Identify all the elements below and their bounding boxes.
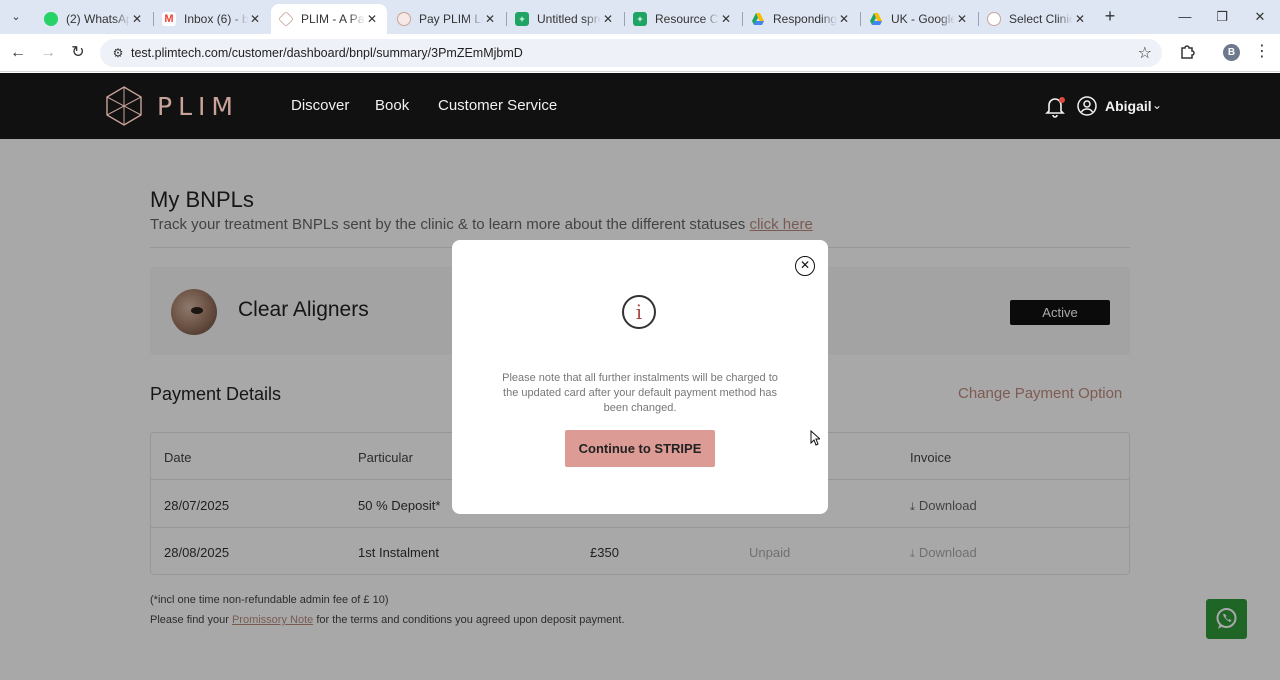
browser-tab[interactable]: M Inbox (6) - be ✕ bbox=[154, 4, 270, 34]
close-tab-icon[interactable]: ✕ bbox=[130, 12, 144, 26]
tab-title: Inbox (6) - be bbox=[184, 12, 248, 26]
plim-icon bbox=[987, 12, 1001, 26]
profile-avatar[interactable]: B bbox=[1223, 44, 1240, 61]
continue-to-stripe-button[interactable]: Continue to STRIPE bbox=[565, 430, 715, 467]
tab-title: PLIM - A Pay bbox=[301, 12, 365, 26]
browser-tab[interactable]: Pay PLIM LIM ✕ bbox=[389, 4, 505, 34]
browser-tab[interactable]: Responding ✕ bbox=[743, 4, 859, 34]
extensions-puzzle-icon[interactable] bbox=[1179, 42, 1197, 60]
payment-change-modal: ✕ i Please note that all further instalm… bbox=[452, 240, 828, 514]
close-tab-icon[interactable]: ✕ bbox=[719, 12, 733, 26]
tab-title: Select Clinic bbox=[1009, 12, 1073, 26]
notification-dot bbox=[1059, 97, 1065, 103]
close-icon[interactable]: ✕ bbox=[795, 256, 815, 276]
back-arrow-icon[interactable]: ← bbox=[7, 42, 29, 64]
plim-logo-icon bbox=[106, 86, 142, 126]
nav-discover[interactable]: Discover bbox=[291, 97, 349, 114]
info-icon: i bbox=[622, 295, 656, 329]
tab-title: (2) WhatsApp bbox=[66, 12, 130, 26]
mouse-cursor-icon bbox=[810, 430, 820, 446]
plim-icon bbox=[278, 11, 294, 27]
user-name[interactable]: Abigail bbox=[1105, 98, 1152, 114]
user-icon[interactable] bbox=[1077, 96, 1097, 116]
chevron-down-icon[interactable]: ⌄ bbox=[1152, 98, 1162, 112]
logo-text: PLIM bbox=[157, 92, 239, 121]
close-tab-icon[interactable]: ✕ bbox=[1073, 12, 1087, 26]
close-tab-icon[interactable]: ✕ bbox=[365, 12, 379, 26]
plim-logo[interactable]: PLIM bbox=[105, 86, 235, 126]
browser-tab-active[interactable]: PLIM - A Pay ✕ bbox=[271, 4, 387, 34]
tab-title: Responding bbox=[773, 12, 837, 26]
bookmark-star-icon[interactable]: ☆ bbox=[1138, 43, 1152, 63]
browser-toolbar: ← → ↻ ⚙ test.plimtech.com/customer/dashb… bbox=[0, 34, 1280, 72]
sheets-icon: + bbox=[515, 12, 529, 26]
tab-title: Untitled spre bbox=[537, 12, 601, 26]
whatsapp-icon bbox=[44, 12, 58, 26]
browser-tab[interactable]: (2) WhatsApp ✕ bbox=[36, 4, 152, 34]
url-text[interactable]: test.plimtech.com/customer/dashboard/bnp… bbox=[131, 46, 523, 60]
address-bar[interactable]: ⚙ test.plimtech.com/customer/dashboard/b… bbox=[100, 39, 1162, 67]
forward-arrow-icon[interactable]: → bbox=[37, 42, 59, 64]
tab-title: UK - Google bbox=[891, 12, 955, 26]
reload-icon[interactable]: ↻ bbox=[67, 42, 89, 64]
browser-tab[interactable]: + Untitled spre ✕ bbox=[507, 4, 623, 34]
browser-menu-icon[interactable]: ⋮ bbox=[1254, 42, 1270, 62]
drive-icon bbox=[751, 12, 765, 26]
tab-title: Pay PLIM LIM bbox=[419, 12, 483, 26]
close-tab-icon[interactable]: ✕ bbox=[248, 12, 262, 26]
modal-message: Please note that all further instalments… bbox=[502, 372, 778, 414]
sheets-icon: + bbox=[633, 12, 647, 26]
minimize-icon[interactable]: ― bbox=[1170, 6, 1200, 28]
site-header: PLIM Discover Book Customer Service Abig… bbox=[0, 73, 1280, 139]
nav-book[interactable]: Book bbox=[375, 97, 409, 114]
plim-icon bbox=[397, 12, 411, 26]
close-window-icon[interactable]: ✕ bbox=[1245, 6, 1275, 28]
site-info-icon[interactable]: ⚙ bbox=[110, 45, 126, 61]
browser-tab-bar: ⌄ (2) WhatsApp ✕ M Inbox (6) - be ✕ PLIM… bbox=[0, 0, 1280, 34]
browser-tab[interactable]: Select Clinic ✕ bbox=[979, 4, 1095, 34]
browser-tab[interactable]: UK - Google ✕ bbox=[861, 4, 977, 34]
close-tab-icon[interactable]: ✕ bbox=[483, 12, 497, 26]
new-tab-plus-icon[interactable]: + bbox=[1100, 7, 1120, 27]
tab-title: Resource Cen bbox=[655, 12, 719, 26]
gmail-icon: M bbox=[162, 12, 176, 26]
browser-tab[interactable]: + Resource Cen ✕ bbox=[625, 4, 741, 34]
close-tab-icon[interactable]: ✕ bbox=[837, 12, 851, 26]
tab-search-chevron-icon[interactable]: ⌄ bbox=[6, 8, 26, 26]
nav-customer-service[interactable]: Customer Service bbox=[438, 97, 557, 114]
restore-icon[interactable]: ❐ bbox=[1207, 6, 1237, 28]
close-tab-icon[interactable]: ✕ bbox=[955, 12, 969, 26]
close-tab-icon[interactable]: ✕ bbox=[601, 12, 615, 26]
drive-icon bbox=[869, 12, 883, 26]
